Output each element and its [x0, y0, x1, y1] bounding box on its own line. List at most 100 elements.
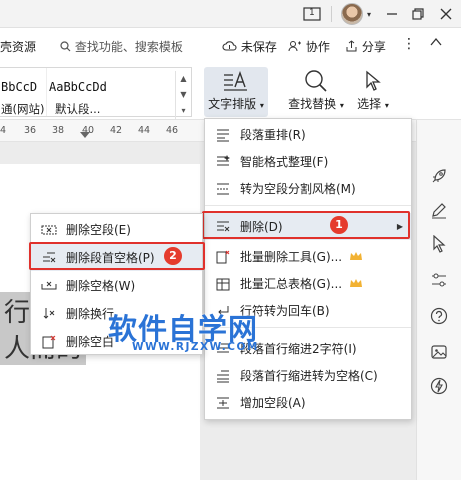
menu-item-label: 转为空段分割风格(M): [240, 182, 356, 196]
collab-icon: [288, 41, 301, 52]
watermark-url: WWW.RJZXW.COM: [132, 341, 259, 353]
menu-item-batch-table[interactable]: 批量汇总表格(G)...: [205, 270, 411, 297]
style-gallery: BbCcD 通(网站) AaBbCcDd 默认段... ▲ ▼ ▾: [0, 67, 192, 121]
search-icon: [60, 41, 71, 52]
collapse-icon[interactable]: [430, 36, 442, 50]
menu-item-label: 增加空段(A): [240, 396, 306, 410]
ruler-tick: 4: [0, 125, 7, 136]
cloud-icon: [222, 41, 237, 51]
style-name-2: 默认段...: [55, 102, 101, 116]
resources-tab[interactable]: 壳资源: [0, 38, 36, 55]
menu-separator: [205, 205, 411, 206]
pen-icon[interactable]: [429, 200, 449, 220]
find-replace-button[interactable]: 查找替换 ▾: [284, 67, 348, 117]
minimize-icon[interactable]: [380, 4, 404, 24]
text-layout-icon: [224, 71, 247, 91]
gallery-more-icon[interactable]: ▾: [176, 103, 191, 119]
ruler-tick: 36: [24, 125, 37, 136]
share-icon: [346, 40, 357, 52]
collab-button[interactable]: 协作: [288, 38, 330, 55]
image-icon[interactable]: [429, 342, 449, 362]
crown-icon: [350, 250, 363, 264]
more-icon[interactable]: ⋮: [402, 36, 416, 52]
step-badge-2: 2: [164, 247, 182, 265]
text-layout-label: 文字排版: [208, 97, 257, 111]
rearrange-icon: [215, 127, 231, 143]
page-indicator: 1: [309, 8, 315, 18]
indent-space-icon: [215, 368, 231, 384]
delete-linebreak-icon: [41, 306, 57, 322]
gallery-up-icon[interactable]: ▲: [176, 71, 191, 87]
step-badge-1: 1: [330, 216, 348, 234]
menu-item-label: 批量删除工具(G)...: [240, 250, 343, 264]
right-side-panel: [416, 120, 461, 480]
empty-para-style-icon: [215, 181, 231, 197]
cursor-icon: [366, 70, 381, 91]
menu-item-label: 段落首行缩进转为空格(C): [240, 369, 378, 383]
indent-marker-icon[interactable]: [80, 132, 90, 142]
menu-item-empty-para-style[interactable]: 转为空段分割风格(M): [205, 175, 411, 202]
title-separator: [331, 6, 332, 22]
style-sample-1: BbCcD: [1, 80, 38, 94]
menu-item-rearrange[interactable]: 段落重排(R): [205, 121, 411, 148]
gallery-down-icon[interactable]: ▼: [176, 87, 191, 103]
submenu-item-label: 删除换行: [66, 307, 115, 321]
submenu-item-label: 删除空格(W): [66, 279, 136, 293]
page-icon[interactable]: 1: [300, 4, 324, 24]
menu-item-smart-format[interactable]: 智能格式整理(F): [205, 148, 411, 175]
smart-format-icon: [215, 154, 231, 170]
action-row: 壳资源 查找功能、搜索模板 未保存 协作 分享 ⋮: [0, 28, 461, 64]
ruler-tick: 42: [110, 125, 123, 136]
help-icon[interactable]: [429, 306, 449, 326]
share-button[interactable]: 分享: [345, 38, 386, 55]
magnifier-icon: [305, 70, 327, 92]
find-replace-label: 查找替换: [288, 97, 337, 111]
submenu-item-label: 删除空白: [66, 335, 115, 349]
unsaved-button[interactable]: 未保存: [222, 38, 277, 55]
close-icon[interactable]: [434, 4, 458, 24]
bolt-icon[interactable]: [429, 376, 449, 396]
submenu-item-delete-empty-para[interactable]: 删除空段(E): [31, 216, 202, 243]
ribbon: BbCcD 通(网站) AaBbCcDd 默认段... ▲ ▼ ▾ 文字排版 ▾: [0, 64, 461, 121]
text-layout-button[interactable]: 文字排版 ▾: [204, 67, 268, 117]
restore-icon[interactable]: [406, 4, 430, 24]
style-gallery-scroll[interactable]: ▲ ▼ ▾: [175, 71, 191, 121]
style-normal-web[interactable]: BbCcD 通(网站): [0, 68, 47, 116]
menu-item-indent-to-space[interactable]: 段落首行缩进转为空格(C): [205, 362, 411, 389]
style-sample-2: AaBbCcDd: [49, 80, 107, 94]
title-bar: 1 ▾: [0, 0, 461, 28]
highlight-delete: [202, 211, 410, 239]
menu-item-label: 批量汇总表格(G)...: [240, 277, 343, 291]
pointer-icon[interactable]: [429, 234, 449, 254]
add-para-icon: [215, 395, 231, 411]
sliders-icon[interactable]: [429, 270, 449, 290]
style-default-paragraph[interactable]: AaBbCcDd 默认段...: [49, 68, 173, 116]
submenu-item-delete-space[interactable]: 删除空格(W): [31, 272, 202, 299]
delete-empty-para-icon: [41, 222, 57, 238]
rocket-icon[interactable]: [429, 166, 449, 186]
unsaved-label: 未保存: [240, 40, 277, 54]
menu-item-add-empty-para[interactable]: 增加空段(A): [205, 389, 411, 416]
text-layout-menu: 段落重排(R) 智能格式整理(F) 转为空段分割风格(M) 删除(D) ▶ 批量…: [204, 118, 412, 420]
ruler-tick: 44: [138, 125, 151, 136]
batch-delete-icon: [215, 249, 231, 265]
collab-label: 协作: [305, 40, 330, 54]
menu-item-label: 智能格式整理(F): [240, 155, 329, 169]
batch-table-icon: [215, 276, 231, 292]
delete-space-icon: [41, 278, 57, 294]
avatar-dropdown-icon[interactable]: ▾: [363, 4, 375, 24]
select-label: 选择: [357, 97, 382, 111]
crown-icon: [350, 277, 363, 291]
avatar[interactable]: [341, 3, 363, 25]
delete-blank-icon: [41, 334, 57, 350]
menu-item-batch-delete[interactable]: 批量删除工具(G)...: [205, 243, 411, 270]
search-placeholder: 查找功能、搜索模板: [74, 40, 183, 54]
share-label: 分享: [361, 40, 386, 54]
style-name-1: 通(网站): [1, 102, 45, 116]
ruler-tick: 38: [52, 125, 65, 136]
select-button[interactable]: 选择 ▾: [352, 67, 394, 117]
submenu-item-label: 删除空段(E): [66, 223, 131, 237]
menu-item-label: 段落重排(R): [240, 128, 306, 142]
search-box[interactable]: 查找功能、搜索模板: [60, 38, 183, 55]
ruler-tick: 46: [166, 125, 179, 136]
